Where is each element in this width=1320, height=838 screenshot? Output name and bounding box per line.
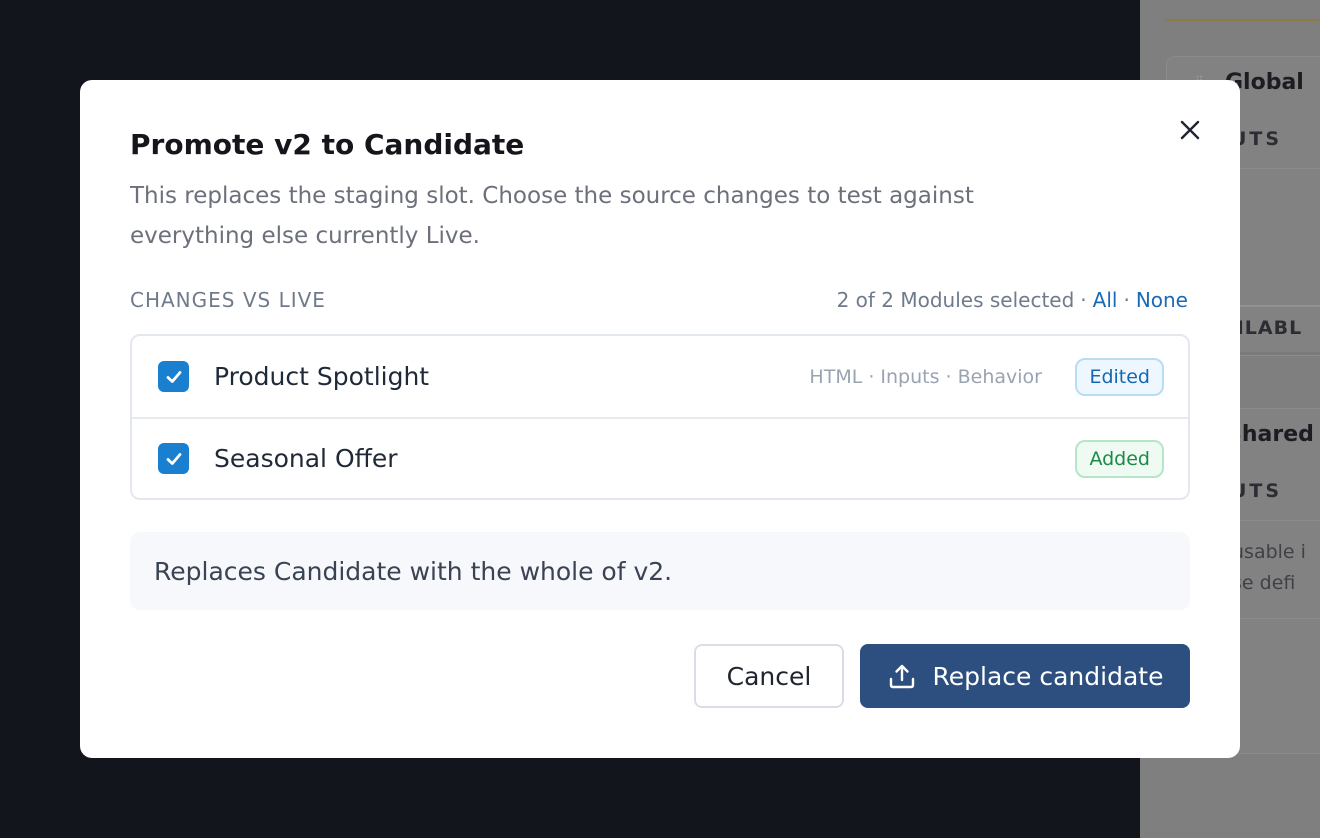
list-item[interactable]: Product Spotlight HTML · Inputs · Behavi… — [132, 336, 1188, 417]
separator: · — [1080, 288, 1087, 312]
dialog-description: This replaces the staging slot. Choose t… — [130, 183, 974, 249]
status-badge-edited: Edited — [1075, 357, 1164, 396]
upload-icon — [889, 664, 914, 689]
close-icon — [1180, 120, 1200, 140]
promote-dialog: Promote v2 to Candidate This replaces th… — [80, 80, 1240, 758]
checkmark-icon — [166, 370, 181, 383]
changes-list: Product Spotlight HTML · Inputs · Behavi… — [130, 334, 1190, 500]
checkmark-icon — [166, 452, 181, 465]
separator: · — [1123, 288, 1130, 312]
select-all-link[interactable]: All — [1093, 288, 1118, 312]
replace-candidate-label: Replace candidate — [932, 661, 1164, 691]
cancel-button[interactable]: Cancel — [694, 644, 844, 708]
list-item[interactable]: Seasonal Offer Added — [132, 417, 1188, 498]
selection-summary: 2 of 2 Modules selected · All · None — [837, 288, 1188, 312]
background-note: usable i — [1232, 541, 1306, 563]
select-none-link[interactable]: None — [1136, 288, 1188, 312]
dialog-title: Promote v2 to Candidate — [130, 128, 525, 161]
changes-section-label: CHANGES VS LIVE — [130, 288, 326, 312]
module-checkbox[interactable] — [158, 361, 189, 392]
module-changes-meta: HTML · Inputs · Behavior — [809, 365, 1042, 388]
module-name: Seasonal Offer — [214, 444, 398, 473]
close-button[interactable] — [1176, 116, 1204, 144]
status-badge-added: Added — [1075, 439, 1164, 478]
action-summary: Replaces Candidate with the whole of v2. — [130, 532, 1190, 610]
module-name: Product Spotlight — [214, 362, 430, 391]
background-accent-line — [1166, 19, 1320, 21]
background-note: se defi — [1232, 572, 1296, 594]
module-checkbox[interactable] — [158, 443, 189, 474]
replace-candidate-button[interactable]: Replace candidate — [860, 644, 1190, 708]
selection-count: 2 of 2 Modules selected — [836, 288, 1075, 312]
